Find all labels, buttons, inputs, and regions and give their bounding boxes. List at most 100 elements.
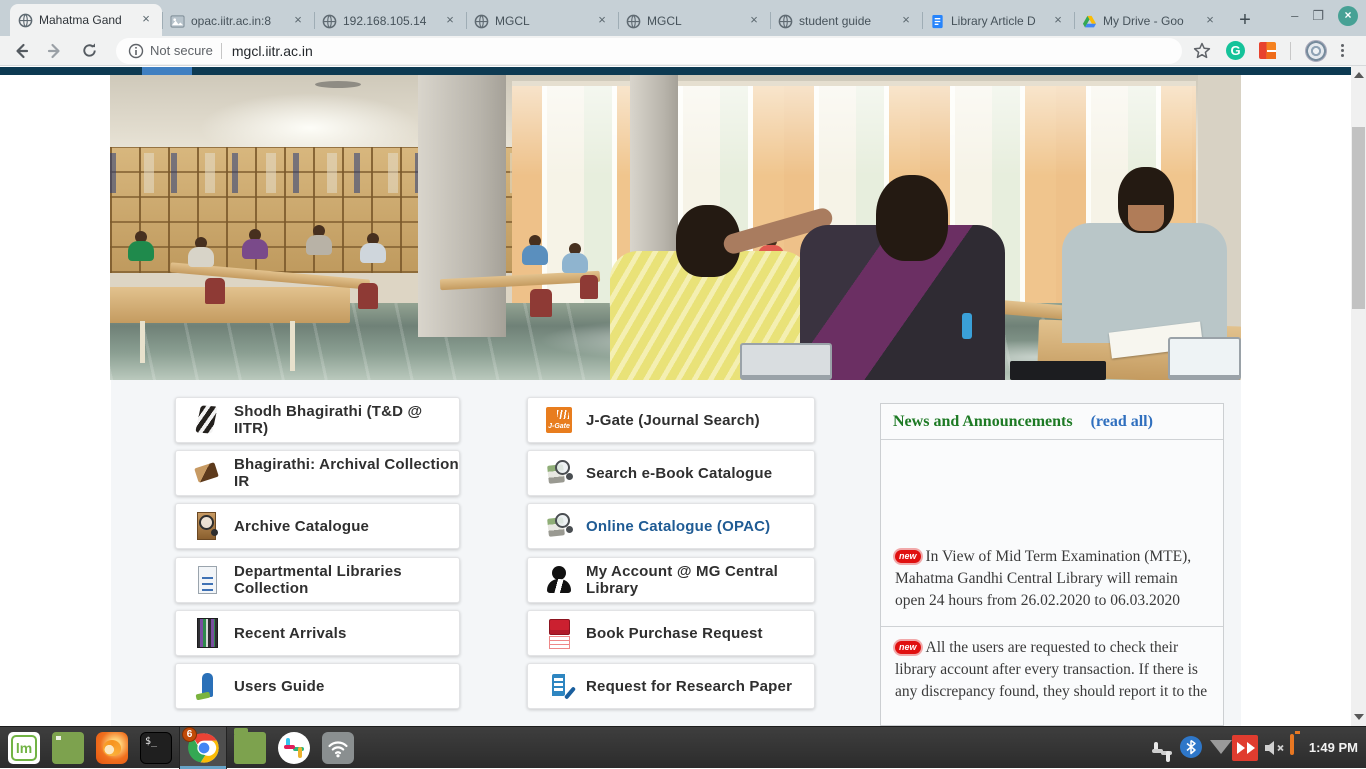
extension-icon[interactable] <box>1259 42 1276 59</box>
anydesk-icon[interactable] <box>1232 735 1258 761</box>
chrome-taskbar-button[interactable]: 6 <box>179 727 227 769</box>
close-icon[interactable]: × <box>1202 13 1218 29</box>
taskbar-clock[interactable]: 1:49 PM <box>1309 740 1358 755</box>
site-navbar[interactable] <box>0 67 1351 75</box>
tab-title: MGCL <box>495 14 588 28</box>
forward-button[interactable] <box>42 38 68 64</box>
link-label: Request for Research Paper <box>586 678 792 695</box>
gdoc-icon <box>930 14 945 29</box>
tab-mgcl-1[interactable]: MGCL × <box>466 6 618 36</box>
link-research-paper[interactable]: Request for Research Paper <box>527 663 815 709</box>
url-text[interactable]: mgcl.iitr.ac.in <box>232 43 313 59</box>
show-desktop-button[interactable] <box>52 732 84 764</box>
link-shodh-bhagirathi[interactable]: Shodh Bhagirathi (T&D @ IITR) <box>175 397 460 443</box>
tab-library-article[interactable]: Library Article D × <box>922 6 1074 36</box>
address-bar[interactable]: Not secure mgcl.iitr.ac.in <box>116 38 1182 64</box>
slack-icon[interactable] <box>278 732 310 764</box>
globe-icon <box>18 13 33 28</box>
link-ebook-catalogue[interactable]: Search e-Book Catalogue <box>527 450 815 496</box>
back-button[interactable] <box>8 38 34 64</box>
hero-photo <box>110 75 1241 380</box>
tab-mgcl-2[interactable]: MGCL × <box>618 6 770 36</box>
close-icon[interactable]: × <box>138 12 154 28</box>
files-icon[interactable] <box>234 732 266 764</box>
network-app-icon[interactable] <box>322 732 354 764</box>
archive-search-icon <box>194 510 220 542</box>
link-recent-arrivals[interactable]: Recent Arrivals <box>175 610 460 656</box>
link-my-account[interactable]: My Account @ MG Central Library <box>527 557 815 603</box>
profile-avatar[interactable] <box>1305 40 1327 62</box>
window-controls: – ❐ × <box>1291 6 1358 26</box>
close-icon[interactable]: × <box>746 13 762 29</box>
firefox-icon[interactable] <box>96 732 128 764</box>
reload-button[interactable] <box>76 38 102 64</box>
link-jgate[interactable]: J-Gate (Journal Search) <box>527 397 815 443</box>
tab-ip-address[interactable]: 192.168.105.14 × <box>314 6 466 36</box>
news-panel: News and Announcements (read all) newIn … <box>880 403 1224 726</box>
link-label: Online Catalogue (OPAC) <box>586 518 770 535</box>
link-book-purchase[interactable]: Book Purchase Request <box>527 610 815 656</box>
link-archive-catalogue[interactable]: Archive Catalogue <box>175 503 460 549</box>
link-label: Shodh Bhagirathi (T&D @ IITR) <box>234 403 459 437</box>
volume-muted-icon[interactable] <box>1262 736 1286 760</box>
bookmark-star-icon[interactable] <box>1192 41 1212 61</box>
tab-student-guide[interactable]: student guide × <box>770 6 922 36</box>
battery-icon[interactable] <box>1290 734 1294 755</box>
news-header: News and Announcements (read all) <box>881 404 1223 440</box>
navbar-active-item[interactable] <box>142 67 192 75</box>
link-users-guide[interactable]: Users Guide <box>175 663 460 709</box>
browser-tab-strip: Mahatma Gand × opac.iitr.ac.in:8 × 192.1… <box>0 0 1366 36</box>
new-tab-button[interactable]: + <box>1230 6 1260 36</box>
tab-my-drive[interactable]: My Drive - Goo × <box>1074 6 1226 36</box>
security-label: Not secure <box>150 43 213 58</box>
chrome-window-count-badge: 6 <box>182 727 197 742</box>
scroll-up-arrow[interactable] <box>1354 72 1364 78</box>
grammarly-extension-icon[interactable]: G <box>1226 41 1245 60</box>
bluetooth-icon[interactable] <box>1180 736 1202 758</box>
news-title: News and Announcements <box>893 413 1073 430</box>
link-departmental-libraries[interactable]: Departmental Libraries Collection <box>175 557 460 603</box>
link-opac[interactable]: Online Catalogue (OPAC) <box>527 503 815 549</box>
close-icon[interactable]: × <box>594 13 610 29</box>
page-scrollbar[interactable] <box>1351 66 1366 726</box>
globe-icon <box>322 14 337 29</box>
divider <box>1290 42 1291 60</box>
link-label: Departmental Libraries Collection <box>234 563 459 597</box>
close-icon[interactable]: × <box>898 13 914 29</box>
globe-icon <box>626 14 641 29</box>
link-label: Book Purchase Request <box>586 625 763 642</box>
info-icon[interactable] <box>128 43 144 59</box>
content-section: Shodh Bhagirathi (T&D @ IITR) Bhagirathi… <box>111 380 1241 726</box>
link-archival-collection[interactable]: Bhagirathi: Archival Collection IR <box>175 450 460 496</box>
network-signal-icon[interactable] <box>1210 740 1232 754</box>
scrollbar-thumb[interactable] <box>1352 127 1365 309</box>
scroll-down-arrow[interactable] <box>1354 714 1364 720</box>
gdrive-icon <box>1082 14 1097 29</box>
link-label: My Account @ MG Central Library <box>586 563 814 597</box>
news-item: newAll the users are requested to check … <box>881 626 1223 717</box>
divider <box>221 43 222 59</box>
close-icon[interactable]: × <box>442 13 458 29</box>
archival-box-icon <box>194 457 220 489</box>
window-close-button[interactable]: × <box>1338 6 1358 26</box>
terminal-icon[interactable]: $_ <box>140 732 172 764</box>
read-all-link[interactable]: (read all) <box>1091 413 1153 430</box>
bookshelf-icon <box>194 617 220 649</box>
close-icon[interactable]: × <box>290 13 306 29</box>
globe-icon <box>778 14 793 29</box>
news-item: newIn View of Mid Term Examination (MTE)… <box>881 440 1223 626</box>
tab-opac[interactable]: opac.iitr.ac.in:8 × <box>162 6 314 36</box>
taskbar: $_ 6 1:49 PM <box>0 726 1366 768</box>
close-icon[interactable]: × <box>1050 13 1066 29</box>
tab-title: student guide <box>799 14 892 28</box>
minimize-button[interactable]: – <box>1291 6 1298 26</box>
tab-mahatma-gandhi[interactable]: Mahatma Gand × <box>10 4 162 36</box>
tab-title: opac.iitr.ac.in:8 <box>191 14 284 28</box>
new-badge: new <box>895 641 921 654</box>
slack-tray-icon[interactable] <box>1146 736 1170 760</box>
tab-title: Library Article D <box>951 14 1044 28</box>
tab-title: Mahatma Gand <box>39 13 132 27</box>
restore-button[interactable]: ❐ <box>1312 6 1324 26</box>
browser-menu-icon[interactable] <box>1341 44 1344 57</box>
mint-menu-button[interactable] <box>8 732 40 764</box>
